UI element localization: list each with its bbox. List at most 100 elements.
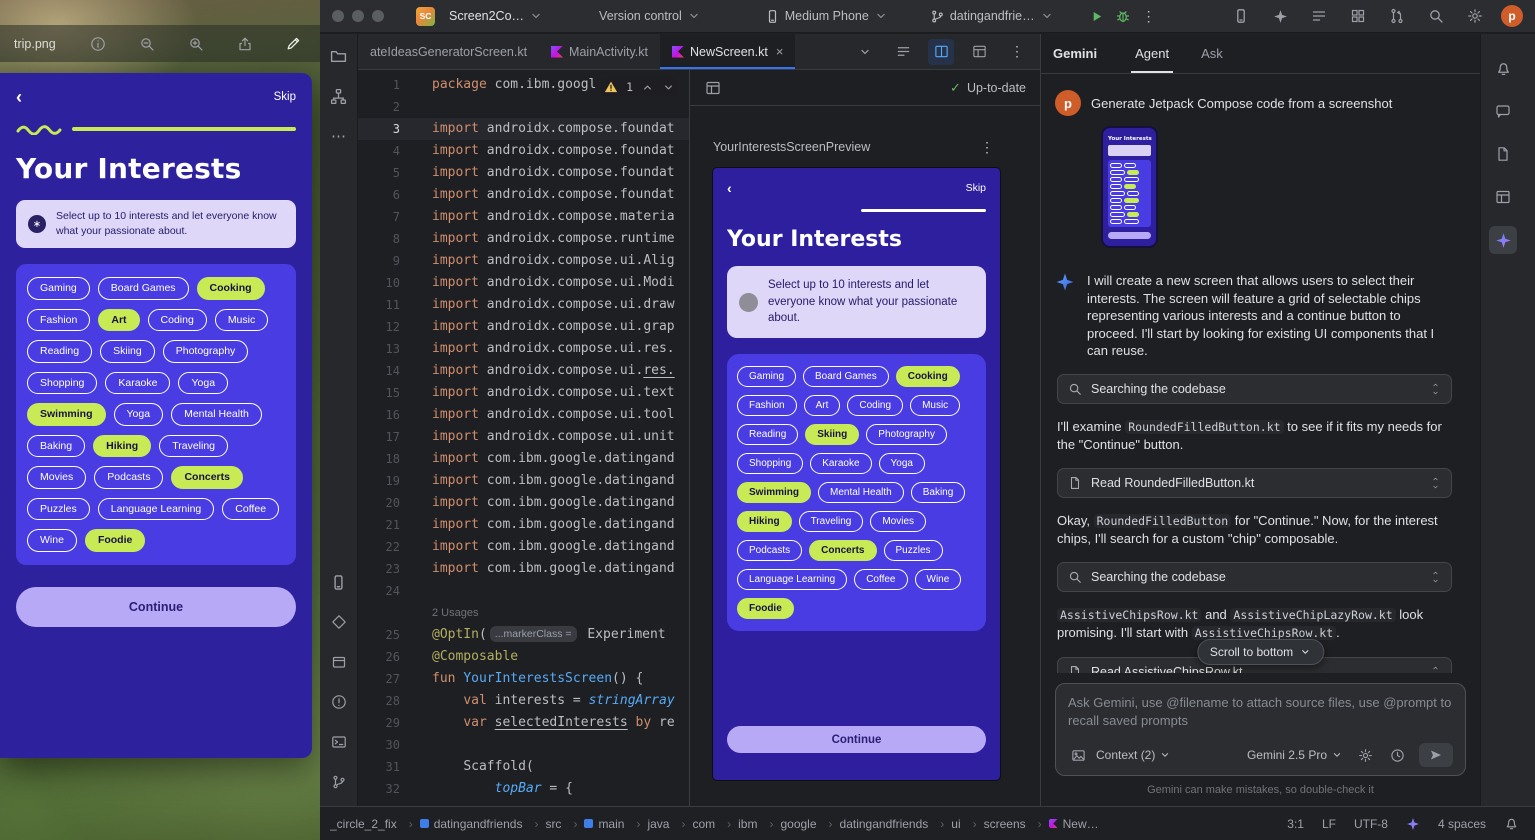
interest-chip[interactable]: Foodie (737, 598, 794, 619)
interest-chip[interactable]: Reading (27, 340, 92, 363)
interest-chip[interactable]: Skiing (805, 424, 859, 445)
interest-chip[interactable]: Music (215, 309, 268, 332)
editor-layout-icon[interactable] (966, 39, 992, 65)
code-line[interactable]: 12 import androidx.compose.ui.grap (358, 316, 689, 338)
interest-chip[interactable]: Podcasts (94, 466, 163, 489)
interest-chip[interactable]: Art (804, 395, 841, 416)
tab-agent[interactable]: Agent (1131, 34, 1173, 73)
interest-chip[interactable]: Fashion (27, 309, 90, 332)
expand-collapse-icon[interactable] (1430, 475, 1441, 491)
breadcrumb-item[interactable]: datingandfriends (840, 817, 952, 831)
breadcrumb-item[interactable]: screens (984, 817, 1049, 831)
interest-chip[interactable]: Music (910, 395, 960, 416)
code-line[interactable]: 14 import androidx.compose.ui.res. (358, 360, 689, 382)
ui-check-mode-icon[interactable] (700, 75, 726, 101)
continue-button[interactable]: Continue (727, 726, 986, 753)
code-line[interactable]: 31 Scaffold( (358, 756, 689, 778)
prompt-settings-icon[interactable] (1355, 745, 1375, 765)
interest-chip[interactable]: Coffee (854, 569, 907, 590)
interest-chip[interactable]: Board Games (803, 366, 889, 387)
send-button[interactable] (1419, 743, 1453, 767)
code-line[interactable]: 30 (358, 734, 689, 756)
interest-chip[interactable]: Board Games (98, 277, 189, 300)
macos-zoom-button[interactable] (372, 10, 384, 22)
tool-card[interactable]: Read RoundedFilledButton.kt (1057, 468, 1452, 498)
branch-selector[interactable]: datingandfrie… (924, 5, 1060, 28)
inspection-widget[interactable]: 1 (600, 78, 679, 96)
code-line[interactable]: 5 import androidx.compose.foundat (358, 162, 689, 184)
code-line[interactable]: 18 import com.ibm.google.datingand (358, 448, 689, 470)
code-line[interactable]: 8 import androidx.compose.runtime (358, 228, 689, 250)
hidden-tabs-icon[interactable] (852, 39, 878, 65)
breadcrumb-item[interactable]: ui (951, 817, 983, 831)
interest-chip[interactable]: Yoga (178, 372, 228, 395)
interest-chip[interactable]: Yoga (879, 453, 925, 474)
interest-chip[interactable]: Karaoke (810, 453, 871, 474)
chat-area[interactable]: p Generate Jetpack Compose code from a s… (1041, 74, 1480, 673)
interest-chip[interactable]: Baking (911, 482, 966, 503)
code-line[interactable]: 2 Usages (358, 602, 689, 624)
interest-chip[interactable]: Cooking (896, 366, 960, 387)
editor-tab[interactable]: MainActivity.kt × (539, 34, 660, 69)
skip-button[interactable]: Skip (274, 91, 296, 103)
chat-screenshot-thumbnail[interactable]: Your Interests (1101, 126, 1158, 248)
notifications-status-icon[interactable] (1504, 816, 1519, 831)
skip-button[interactable]: Skip (966, 182, 986, 194)
interest-chip[interactable]: Movies (27, 466, 86, 489)
interest-chip[interactable]: Photography (163, 340, 249, 363)
breadcrumb-item[interactable]: src (545, 817, 584, 831)
vcs-widget[interactable]: Version control (593, 5, 707, 27)
macos-close-button[interactable] (332, 10, 344, 22)
back-chevron-icon[interactable]: ‹ (16, 88, 22, 106)
code-editor[interactable]: 1 package com.ibm.googl 2 3 import andro… (358, 70, 690, 806)
structure-toolwindow-icon[interactable] (325, 82, 353, 110)
interest-chip[interactable]: Wine (27, 529, 77, 552)
indent-setting[interactable]: 4 spaces (1438, 817, 1486, 831)
code-line[interactable]: 7 import androidx.compose.materia (358, 206, 689, 228)
zoom-out-icon[interactable] (135, 31, 160, 57)
interest-chip[interactable]: Karaoke (105, 372, 170, 395)
interest-chip[interactable]: Cooking (197, 277, 265, 300)
build-icon[interactable] (1345, 3, 1371, 29)
expand-collapse-icon[interactable] (1430, 569, 1441, 585)
code-line[interactable]: 19 import com.ibm.google.datingand (358, 470, 689, 492)
tool-card[interactable]: Searching the codebase (1057, 374, 1452, 404)
scroll-to-bottom-button[interactable]: Scroll to bottom (1197, 639, 1324, 665)
code-line[interactable]: 27 fun YourInterestsScreen() { (358, 668, 689, 690)
device-manager-icon[interactable] (325, 568, 353, 596)
line-ending[interactable]: LF (1322, 817, 1336, 831)
build-toolwindow-icon[interactable] (325, 648, 353, 676)
expand-collapse-icon[interactable] (1430, 664, 1441, 674)
interest-chip[interactable]: Puzzles (27, 498, 90, 521)
code-line[interactable]: 6 import androidx.compose.foundat (358, 184, 689, 206)
breadcrumb-item[interactable]: main (584, 817, 647, 831)
interest-chip[interactable]: Fashion (737, 395, 797, 416)
settings-gear-icon[interactable] (1462, 3, 1488, 29)
code-line[interactable]: 11 import androidx.compose.ui.draw (358, 294, 689, 316)
profile-avatar[interactable]: p (1501, 5, 1523, 27)
interest-chip[interactable]: Reading (737, 424, 798, 445)
editor-more-icon[interactable]: ⋮ (1004, 39, 1030, 65)
back-chevron-icon[interactable]: ‹ (727, 181, 732, 195)
code-line[interactable]: 20 import com.ibm.google.datingand (358, 492, 689, 514)
breadcrumb-item[interactable]: com (692, 817, 738, 831)
interest-chip[interactable]: Language Learning (737, 569, 847, 590)
code-line[interactable]: 3 import androidx.compose.foundat (358, 118, 689, 140)
preview-menu-icon[interactable]: ⋮ (974, 134, 1000, 160)
interest-chip[interactable]: Concerts (171, 466, 243, 489)
gemini-input-box[interactable]: Context (2) Gemini 2.5 Pro (1055, 683, 1466, 776)
share-icon[interactable] (232, 31, 257, 57)
close-tab-icon[interactable]: × (776, 44, 784, 59)
code-line[interactable]: 24 (358, 580, 689, 602)
code-line[interactable]: 25 @OptIn(...markerClass = Experiment (358, 624, 689, 646)
interest-chip[interactable]: Swimming (737, 482, 811, 503)
gemini-status-icon[interactable] (1406, 817, 1420, 831)
code-line[interactable]: 22 import com.ibm.google.datingand (358, 536, 689, 558)
interest-chip[interactable]: Coding (148, 309, 207, 332)
code-line[interactable]: 15 import androidx.compose.ui.text (358, 382, 689, 404)
interest-chip[interactable]: Traveling (799, 511, 864, 532)
code-line[interactable]: 23 import com.ibm.google.datingand (358, 558, 689, 580)
code-line[interactable]: 9 import androidx.compose.ui.Alig (358, 250, 689, 272)
breadcrumb-item[interactable]: _circle_2_fix (330, 817, 420, 831)
context-selector[interactable]: Context (2) (1096, 748, 1171, 762)
